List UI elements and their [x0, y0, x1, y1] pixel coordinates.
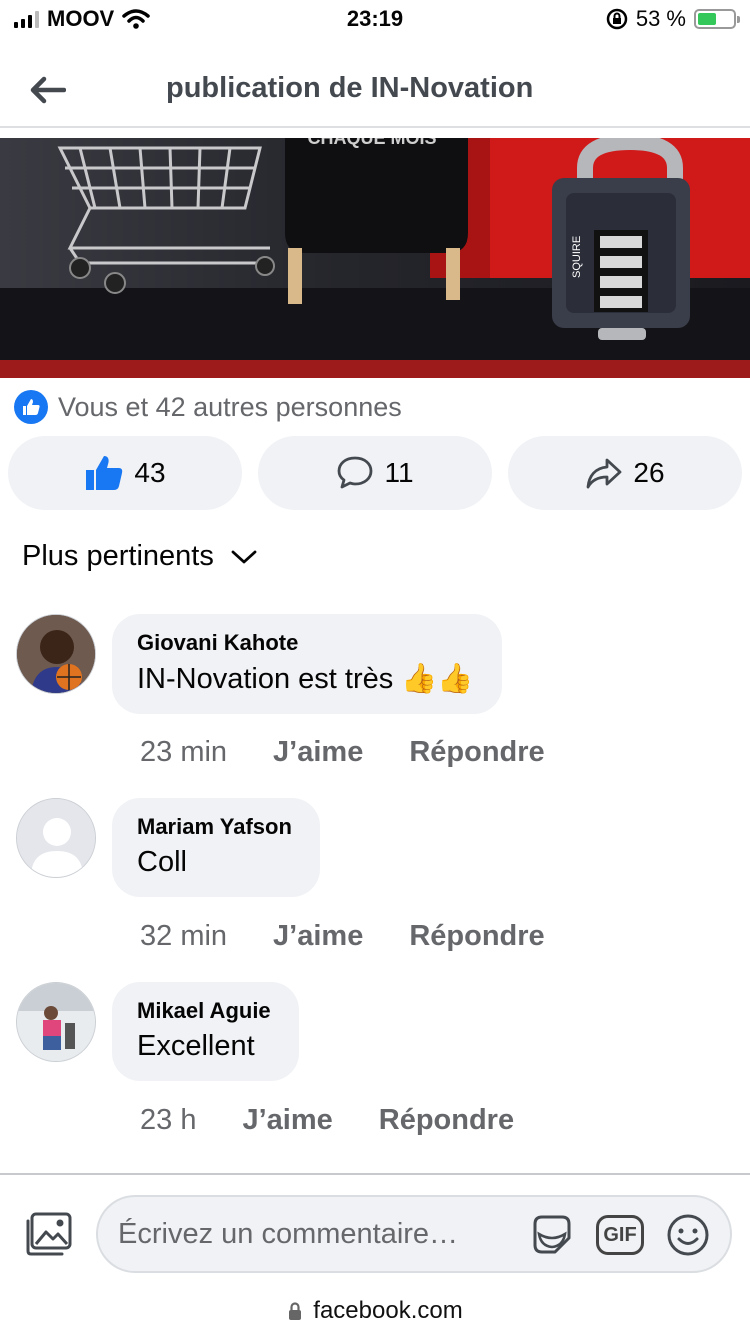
- comment-author[interactable]: Mikael Aguie: [137, 998, 271, 1024]
- comment-composer: Écrivez un commentaire… GIF: [0, 1173, 750, 1285]
- comment-reply-button[interactable]: Répondre: [409, 920, 544, 953]
- browser-url-bar[interactable]: facebook.com: [0, 1288, 750, 1334]
- avatar[interactable]: [16, 614, 96, 694]
- share-count: 26: [633, 457, 665, 488]
- comment-time[interactable]: 32 min: [140, 920, 227, 953]
- emoji-icon: [667, 1214, 709, 1256]
- comment-sort-dropdown[interactable]: Plus pertinents: [22, 540, 258, 573]
- lock-icon: [289, 1302, 302, 1320]
- comment-bubble[interactable]: Mariam Yafson Coll: [112, 798, 320, 897]
- status-right: 53 %: [606, 6, 740, 32]
- post-image[interactable]: CHAQUE MOIS SQUIRE: [0, 138, 750, 378]
- reactions-summary[interactable]: Vous et 42 autres personnes: [14, 390, 402, 424]
- comment-reply-button[interactable]: Répondre: [379, 1104, 514, 1137]
- photo-icon: [26, 1212, 72, 1256]
- status-bar: MOOV 23:19 53 %: [0, 0, 750, 40]
- comment-like-button[interactable]: J’aime: [273, 736, 363, 769]
- comment-text: Excellent: [137, 1030, 255, 1062]
- comment-reply-button[interactable]: Répondre: [409, 736, 544, 769]
- thumbs-up-icon: [86, 456, 123, 490]
- battery-percent: 53 %: [635, 6, 686, 31]
- comment-text: Coll: [137, 846, 187, 878]
- comment-like-button[interactable]: J’aime: [273, 920, 363, 953]
- input-icons: GIF: [528, 1211, 712, 1259]
- avatar[interactable]: [16, 982, 96, 1062]
- page-title: publication de IN-Novation: [166, 72, 534, 104]
- comment-text: IN-Novation est très 👍👍: [137, 663, 474, 695]
- gif-icon: GIF: [596, 1215, 644, 1255]
- chevron-down-icon: [231, 550, 257, 563]
- comment-button[interactable]: 11: [258, 436, 492, 510]
- comment-meta: 23 min J’aime Répondre: [140, 736, 545, 769]
- like-count: 43: [134, 457, 166, 488]
- reactions-text: Vous et 42 autres personnes: [58, 391, 402, 422]
- image-caption: CHAQUE MOIS: [307, 138, 436, 148]
- comment-time[interactable]: 23 h: [140, 1104, 196, 1137]
- battery-icon: [694, 9, 740, 29]
- comment-like-button[interactable]: J’aime: [242, 1104, 332, 1137]
- photo-button[interactable]: [24, 1211, 74, 1257]
- orientation-lock-icon: [606, 8, 628, 30]
- like-button[interactable]: 43: [8, 436, 242, 510]
- lock-brand: SQUIRE: [571, 236, 583, 278]
- page-header: publication de IN-Novation: [0, 52, 750, 128]
- sticker-icon: [533, 1215, 571, 1254]
- share-icon: [587, 458, 622, 489]
- comment-input[interactable]: Écrivez un commentaire… GIF: [96, 1195, 732, 1273]
- back-button[interactable]: [28, 70, 68, 110]
- post-actions: 43 11 26: [8, 436, 742, 510]
- comment-author[interactable]: Giovani Kahote: [137, 630, 474, 656]
- comment-input-placeholder: Écrivez un commentaire…: [118, 1218, 459, 1250]
- comment-time[interactable]: 23 min: [140, 736, 227, 769]
- share-button[interactable]: 26: [508, 436, 742, 510]
- emoji-button[interactable]: [664, 1211, 712, 1259]
- comment-icon: [338, 456, 373, 489]
- comment-author[interactable]: Mariam Yafson: [137, 814, 292, 840]
- comment-bubble[interactable]: Mikael Aguie Excellent: [112, 982, 299, 1081]
- like-reaction-icon: [14, 390, 48, 424]
- url-text: facebook.com: [313, 1297, 463, 1324]
- sort-label: Plus pertinents: [22, 540, 214, 572]
- sticker-button[interactable]: [528, 1211, 576, 1259]
- comment-bubble[interactable]: Giovani Kahote IN-Novation est très 👍👍: [112, 614, 502, 714]
- gif-button[interactable]: GIF: [596, 1211, 644, 1259]
- comment-count: 11: [384, 457, 414, 488]
- comment-meta: 32 min J’aime Répondre: [140, 920, 545, 953]
- arrow-left-icon: [30, 76, 66, 104]
- avatar[interactable]: [16, 798, 96, 878]
- comment-meta: 23 h J’aime Répondre: [140, 1104, 514, 1137]
